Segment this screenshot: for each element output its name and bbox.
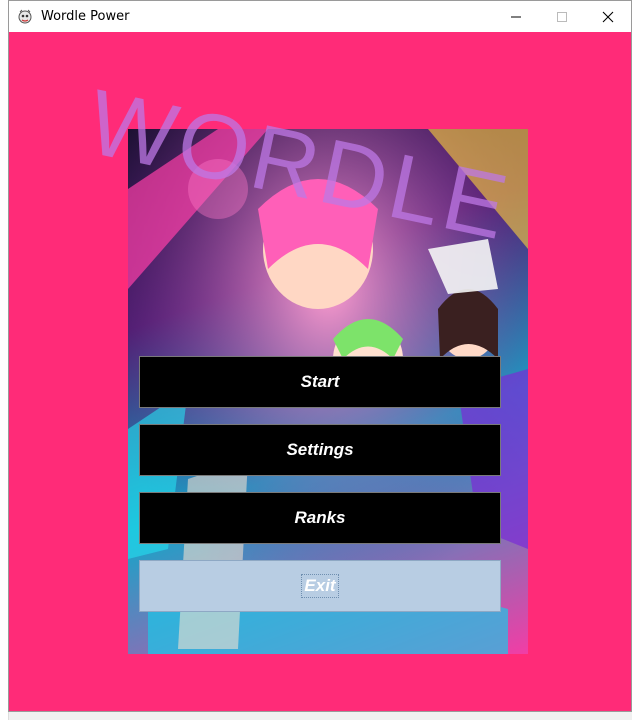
- start-button[interactable]: Start: [139, 356, 501, 408]
- maximize-button[interactable]: [539, 1, 585, 32]
- ranks-button-label: Ranks: [294, 508, 346, 527]
- background-window-right: [632, 0, 640, 720]
- window-title: Wordle Power: [41, 9, 130, 24]
- window-controls: [493, 1, 631, 32]
- ranks-button[interactable]: Ranks: [139, 492, 501, 544]
- maximize-icon: [557, 11, 567, 22]
- game-controller-icon: [17, 9, 33, 25]
- minimize-button[interactable]: [493, 1, 539, 32]
- title-bar[interactable]: Wordle Power: [9, 1, 631, 32]
- minimize-icon: [511, 16, 521, 17]
- close-icon: [602, 11, 614, 22]
- main-content: WORDLE Start Settings Ranks Exit: [9, 32, 631, 711]
- start-button-label: Start: [300, 372, 340, 391]
- exit-button[interactable]: Exit: [139, 560, 501, 612]
- exit-button-label: Exit: [301, 574, 339, 598]
- settings-button-label: Settings: [286, 440, 354, 459]
- close-button[interactable]: [585, 1, 631, 32]
- settings-button[interactable]: Settings: [139, 424, 501, 476]
- app-window: Wordle Power WORDLE Start Settings Ranks…: [8, 0, 632, 712]
